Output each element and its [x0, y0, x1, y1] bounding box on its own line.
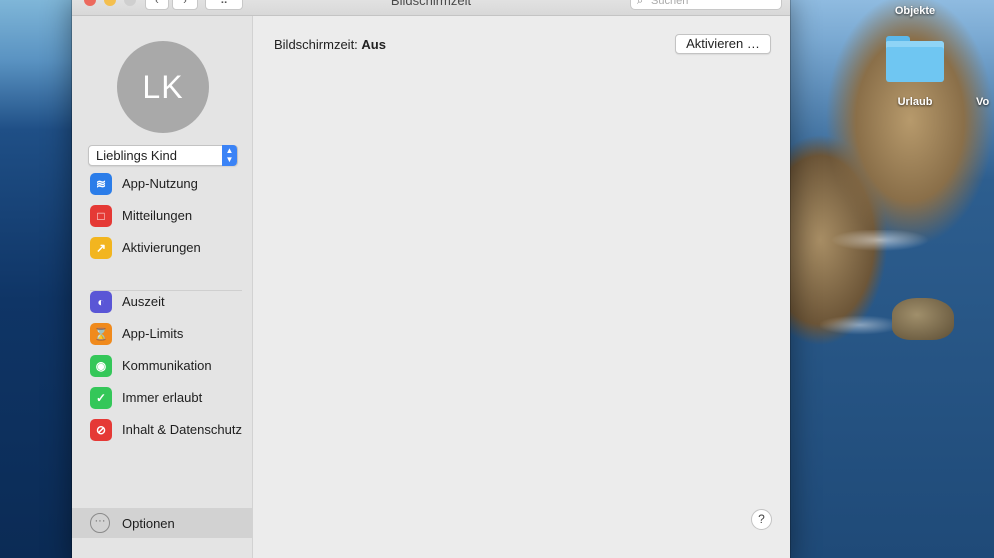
contact-icon: ◉ — [90, 355, 112, 377]
options-label: Optionen — [122, 516, 175, 531]
activate-button[interactable]: Aktivieren … — [675, 34, 771, 54]
sidebar-item-pickups[interactable]: ↗ Aktivierungen — [88, 236, 248, 260]
title-bar: ‹ › ⠿ Bildschirmzeit ⌕ Suchen — [72, 0, 790, 16]
sidebar-item-label: Inhalt & Datenschutz — [122, 422, 242, 437]
sidebar-item-label: Kommunikation — [122, 358, 212, 373]
sidebar-item-downtime[interactable]: ◐ Auszeit — [88, 290, 248, 314]
folder-icon[interactable] — [886, 36, 944, 82]
hourglass-icon: ⌛ — [90, 323, 112, 345]
more-icon: ··· — [90, 513, 110, 533]
restriction-icon: ⊘ — [90, 419, 112, 441]
sidebar-item-content-privacy[interactable]: ⊘ Inhalt & Datenschutz — [88, 418, 248, 442]
user-select-value: Lieblings Kind — [96, 148, 177, 163]
screen-time-status: Bildschirmzeit: Aus — [274, 37, 386, 52]
sidebar-item-app-usage[interactable]: ≋ App-Nutzung — [88, 172, 248, 196]
search-input[interactable]: ⌕ Suchen — [630, 0, 782, 10]
status-label: Bildschirmzeit: — [274, 37, 358, 52]
sidebar-item-label: Aktivierungen — [122, 240, 201, 255]
help-button[interactable]: ? — [751, 509, 772, 530]
sidebar-item-communication[interactable]: ◉ Kommunikation — [88, 354, 248, 378]
downtime-icon: ◐ — [90, 291, 112, 313]
search-icon: ⌕ — [637, 0, 644, 7]
screen-time-window: ‹ › ⠿ Bildschirmzeit ⌕ Suchen LK Lieblin… — [72, 0, 790, 558]
avatar: LK — [117, 41, 209, 133]
sidebar-item-options[interactable]: ··· Optionen — [72, 508, 252, 538]
sidebar-item-label: App-Limits — [122, 326, 184, 341]
pickups-icon: ↗ — [90, 237, 112, 259]
sidebar: LK Lieblings Kind ▲ ▼ ≋ App-Nutzung □ Mit… — [72, 16, 253, 558]
sidebar-item-label: Mitteilungen — [122, 208, 193, 223]
sidebar-item-notifications[interactable]: □ Mitteilungen — [88, 204, 248, 228]
notification-icon: □ — [90, 205, 112, 227]
layers-icon: ≋ — [90, 173, 112, 195]
checkmark-badge-icon: ✓ — [90, 387, 112, 409]
sidebar-item-app-limits[interactable]: ⌛ App-Limits — [88, 322, 248, 346]
desktop-item-label: Objekte — [894, 5, 936, 17]
desktop-folder-label[interactable]: Urlaub — [880, 96, 950, 108]
sidebar-item-label: Immer erlaubt — [122, 390, 203, 405]
main-panel: Bildschirmzeit: Aus Aktivieren … ? — [253, 16, 790, 558]
sidebar-item-label: App-Nutzung — [122, 176, 198, 191]
sidebar-item-label: Auszeit — [122, 294, 165, 309]
user-select[interactable]: Lieblings Kind ▲ ▼ — [88, 145, 238, 166]
status-value: Aus — [361, 37, 386, 52]
wallpaper-rock — [892, 298, 954, 340]
desktop-item-label-cut[interactable]: Vo — [976, 96, 994, 108]
stepper-arrows-icon: ▲ ▼ — [222, 145, 237, 166]
sidebar-item-always-allowed[interactable]: ✓ Immer erlaubt — [88, 386, 248, 410]
search-placeholder: Suchen — [651, 0, 689, 7]
